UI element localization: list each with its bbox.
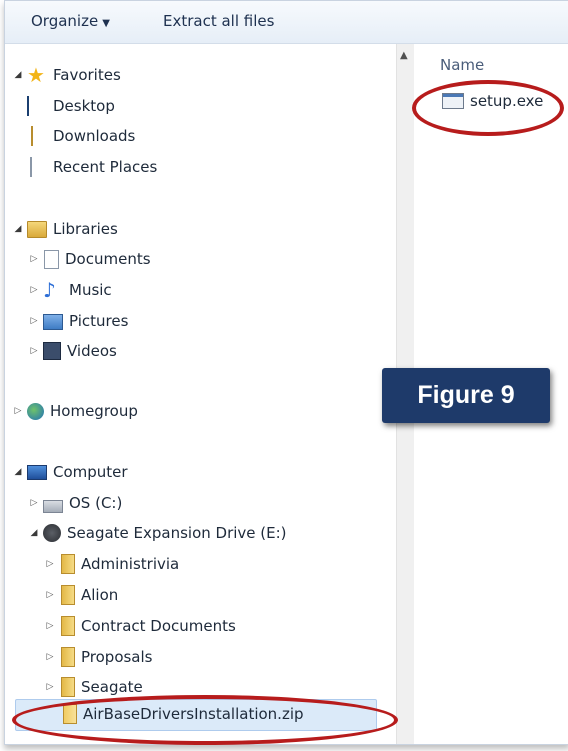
nav-item-zip-file[interactable]: AirBaseDriversInstallation.zip (59, 701, 304, 727)
navigation-pane: ◢ ★ Favorites Desktop Downloads Recent P… (5, 44, 396, 744)
collapse-triangle-icon[interactable]: ▷ (43, 621, 57, 631)
collapse-triangle-icon[interactable]: ▷ (43, 590, 57, 600)
folder-icon (61, 616, 75, 636)
nav-folder-contract-documents[interactable]: ▷ Contract Documents (43, 613, 236, 639)
file-label: setup.exe (470, 91, 544, 110)
folder-icon (61, 585, 75, 605)
nav-folder-administrivia[interactable]: ▷ Administrivia (43, 551, 179, 577)
folder-icon (61, 677, 75, 697)
folder-icon (61, 647, 75, 667)
nav-label: Administrivia (81, 555, 180, 573)
desktop-icon (27, 96, 29, 116)
command-bar: Organize ▼ Extract all files (5, 1, 568, 44)
executable-icon (442, 92, 464, 109)
homegroup-icon (27, 402, 44, 420)
scroll-up-arrow-icon[interactable]: ▲ (400, 50, 408, 61)
nav-label: Seagate Expansion Drive (E:) (67, 524, 287, 542)
music-note-icon: ♪ (43, 278, 56, 302)
collapse-triangle-icon[interactable]: ▷ (27, 316, 41, 326)
nav-label: Proposals (81, 648, 153, 666)
expand-triangle-icon[interactable]: ◢ (11, 467, 25, 477)
nav-item-recent-places[interactable]: Recent Places (25, 154, 157, 180)
collapse-triangle-icon[interactable]: ▷ (43, 652, 57, 662)
nav-homegroup[interactable]: ▷ Homegroup (11, 398, 138, 424)
nav-item-downloads[interactable]: Downloads (25, 123, 135, 149)
nav-label: Documents (65, 250, 151, 268)
nav-item-music[interactable]: ▷ ♪ Music (27, 277, 112, 303)
nav-folder-proposals[interactable]: ▷ Proposals (43, 644, 152, 670)
nav-label: Alion (81, 586, 119, 604)
nav-favorites[interactable]: ◢ ★ Favorites (11, 62, 121, 88)
collapse-triangle-icon[interactable]: ▷ (27, 285, 41, 295)
nav-label: OS (C:) (69, 494, 123, 512)
column-header-name[interactable]: Name (440, 56, 484, 74)
organize-button[interactable]: Organize ▼ (31, 12, 110, 30)
computer-icon (27, 465, 47, 480)
drive-icon (43, 499, 63, 513)
nav-computer[interactable]: ◢ Computer (11, 459, 128, 485)
nav-item-pictures[interactable]: ▷ Pictures (27, 308, 128, 334)
nav-item-external-drive[interactable]: ◢ Seagate Expansion Drive (E:) (27, 520, 287, 546)
nav-folder-alion[interactable]: ▷ Alion (43, 582, 118, 608)
collapse-triangle-icon[interactable]: ▷ (43, 559, 57, 569)
collapse-triangle-icon[interactable]: ▷ (11, 406, 25, 416)
nav-label: Computer (53, 463, 128, 481)
external-drive-icon (43, 524, 61, 542)
nav-item-os-drive[interactable]: ▷ OS (C:) (27, 490, 122, 516)
chevron-down-icon: ▼ (102, 18, 110, 29)
recent-places-icon (30, 157, 32, 177)
figure-label-callout: Figure 9 (382, 368, 550, 423)
nav-label: Recent Places (53, 158, 158, 176)
extract-all-button[interactable]: Extract all files (163, 12, 274, 30)
collapse-triangle-icon[interactable]: ▷ (27, 498, 41, 508)
folder-icon (61, 554, 75, 574)
expand-triangle-icon[interactable]: ◢ (27, 528, 41, 538)
nav-item-desktop[interactable]: Desktop (25, 93, 115, 119)
nav-label: Libraries (53, 220, 118, 238)
nav-label: Music (69, 281, 112, 299)
nav-item-documents[interactable]: ▷ Documents (27, 246, 151, 272)
collapse-triangle-icon[interactable]: ▷ (43, 682, 57, 692)
nav-item-videos[interactable]: ▷ Videos (27, 338, 117, 364)
star-icon: ★ (27, 63, 45, 87)
nav-label: Seagate (81, 678, 143, 696)
collapse-triangle-icon[interactable]: ▷ (27, 254, 41, 264)
nav-libraries[interactable]: ◢ Libraries (11, 216, 118, 242)
zip-folder-icon (63, 704, 77, 724)
downloads-folder-icon (31, 126, 33, 146)
nav-label: Downloads (53, 127, 136, 145)
nav-label: Pictures (69, 312, 129, 330)
collapse-triangle-icon[interactable]: ▷ (27, 346, 41, 356)
nav-label: Homegroup (50, 402, 138, 420)
file-item-setup[interactable]: setup.exe (442, 90, 543, 112)
nav-label: Favorites (53, 66, 121, 84)
nav-label: Videos (67, 342, 117, 360)
pictures-icon (43, 314, 63, 330)
libraries-icon (27, 220, 47, 238)
nav-label: Contract Documents (81, 617, 236, 635)
expand-triangle-icon[interactable]: ◢ (11, 70, 25, 80)
nav-label: AirBaseDriversInstallation.zip (83, 705, 304, 723)
nav-folder-seagate[interactable]: ▷ Seagate (43, 674, 143, 700)
nav-label: Desktop (53, 97, 115, 115)
expand-triangle-icon[interactable]: ◢ (11, 224, 25, 234)
organize-label: Organize (31, 12, 99, 30)
documents-icon (44, 249, 59, 269)
videos-icon (43, 342, 61, 360)
